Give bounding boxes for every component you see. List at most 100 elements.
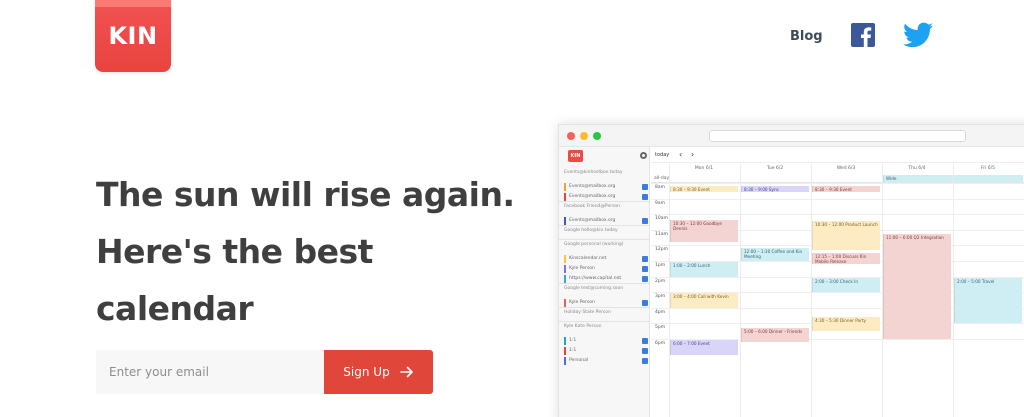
sidebar-account-heading: Holiday State Person [564, 309, 648, 317]
maximize-dot-icon [593, 132, 601, 140]
calendar-event[interactable]: 12:00 – 1:30 Coffee and Kin Meeting [741, 247, 809, 261]
day-column-divider [953, 164, 954, 417]
app-screenshot-window: KIN Events@kinhostbox.today Events@mailbo… [558, 124, 1024, 417]
headline-line-1: The sun will rise again. [96, 175, 515, 214]
calendar-event[interactable]: 3:00 – 4:00 Call with Kevin [670, 293, 738, 308]
sign-up-button[interactable]: Sign Up [324, 350, 433, 394]
sign-up-label: Sign Up [343, 365, 390, 379]
hour-label: 2pm [655, 278, 666, 284]
checkbox-icon[interactable] [642, 194, 648, 200]
hour-label: 11am [655, 231, 668, 237]
checkbox-icon[interactable] [642, 218, 648, 224]
sidebar-label: Kyle Person [569, 300, 595, 305]
calendar-color-swatch [564, 275, 566, 283]
sidebar-account-heading: Events@kinhostbox.today [564, 169, 648, 177]
facebook-icon[interactable] [850, 23, 875, 47]
sidebar-label: Events@mailbox.org [569, 218, 616, 223]
sidebar-label: https://www.capital.net [569, 276, 622, 281]
sidebar-account-heading: Facebook Friend@Person [564, 203, 648, 211]
today-button: today [655, 152, 670, 158]
sidebar-divider [559, 201, 650, 202]
sidebar-label: Kyle Kate Person [564, 324, 602, 329]
calendar-grid: 8am 9am 10am 11am 12pm 1pm 2pm 3pm 4pm 5pm 6pm 8:30… [651, 183, 1024, 417]
calendar-event[interactable]: 2:00 – 3:00 Check In [812, 277, 880, 293]
calendar-event[interactable]: 6:00 – 7:00 Event [670, 340, 738, 355]
sidebar-calendar-item[interactable]: Personal [564, 357, 648, 365]
calendar-event[interactable]: 4:30 – 5:30 Dinner Party [812, 316, 880, 332]
hour-label: 12pm [655, 247, 668, 253]
calendar-event[interactable]: 11:00 – 6:00 Q2 Integration [883, 233, 951, 339]
gear-icon [640, 152, 647, 159]
window-titlebar [559, 125, 1024, 147]
hour-label: 1pm [655, 263, 666, 268]
next-arrow-icon: › [691, 150, 695, 159]
day-column-divider [669, 164, 670, 417]
day-column-divider [882, 164, 883, 417]
top-nav: Blog [790, 22, 933, 48]
calendar-event[interactable]: 8:30 – 9:30 Event [670, 185, 738, 193]
day-header: Wed 6/3 [836, 166, 856, 171]
calendar-color-swatch [564, 357, 566, 365]
checkbox-icon[interactable] [642, 266, 648, 272]
checkbox-icon[interactable] [642, 358, 648, 364]
hour-label: 4pm [655, 309, 666, 315]
sidebar-calendar-item[interactable]: https://www.capital.net [564, 275, 648, 283]
calendar-event[interactable]: 8:30 – 9:30 Event [812, 185, 880, 193]
blog-link[interactable]: Blog [790, 29, 823, 44]
calendar-event[interactable]: 12:15 – 1:00 Discuss Kin Mobile Release [812, 252, 880, 265]
all-day-row: all-day Wide [651, 174, 1024, 183]
calendar-event[interactable]: 10:30 – 12:00 Goodbye Dennis [670, 219, 738, 243]
hour-label: 8am [655, 185, 666, 190]
sidebar-label: Personal [569, 358, 589, 363]
hour-label: 5pm [655, 325, 666, 331]
calendar-event[interactable]: 1:00 – 2:00 Lunch [670, 262, 738, 277]
checkbox-icon[interactable] [642, 338, 648, 344]
sidebar-label: Holiday State Person [564, 310, 611, 315]
checkbox-icon[interactable] [642, 300, 648, 306]
calendar-event[interactable]: 10:30 – 12:00 Product Launch [812, 221, 880, 251]
sidebar-calendar-item[interactable]: Events@mailbox.org [564, 193, 648, 201]
sidebar-calendar-item[interactable]: Kyle Person [564, 265, 648, 273]
logo-band [95, 0, 171, 7]
sidebar-calendar-item[interactable]: Events@mailbox.org [564, 183, 648, 191]
sidebar-account-heading: Kyle Kate Person [564, 323, 648, 331]
all-day-label: all-day [654, 176, 670, 181]
close-dot-icon [567, 132, 575, 140]
checkbox-icon[interactable] [642, 184, 648, 190]
minimize-dot-icon [580, 132, 588, 140]
sidebar-calendar-item[interactable]: 1:1 [564, 347, 648, 355]
sidebar-label: Events@mailbox.org [569, 194, 616, 199]
hour-label: 6pm [655, 341, 666, 346]
sidebar-calendar-item[interactable]: Kinscalendar.net [564, 255, 648, 263]
sidebar-label: Google test@coming.soon [564, 286, 624, 291]
sidebar-calendar-item[interactable]: Kyle Person [564, 299, 648, 307]
calendar-event[interactable]: 8:30 – 9:00 Sync [741, 185, 809, 193]
sidebar-label: Google personal (working) [564, 242, 624, 247]
hour-gridline [651, 198, 1024, 200]
day-header: Mon 6/1 [694, 166, 714, 171]
sidebar-label: 1:1 [569, 338, 577, 343]
signup-form: Sign Up [96, 350, 433, 394]
checkbox-icon[interactable] [642, 348, 648, 354]
calendar-color-swatch [564, 255, 566, 263]
hour-label: 3pm [655, 294, 666, 300]
calendar-event[interactable]: 2:00 – 5:00 Travel [954, 277, 1022, 324]
url-bar [709, 130, 966, 142]
twitter-icon[interactable] [902, 22, 933, 48]
hour-label: 9am [655, 200, 666, 206]
checkbox-icon[interactable] [642, 276, 648, 282]
sidebar-calendar-item[interactable]: 1:1 [564, 337, 648, 345]
headline-line-2: Here's the best calendar [96, 232, 373, 328]
sidebar-calendar-item[interactable]: Events@mailbox.org [564, 217, 648, 225]
kin-logo[interactable]: KIN [95, 0, 171, 72]
email-input[interactable] [96, 350, 324, 394]
sidebar-divider [559, 283, 650, 284]
checkbox-icon[interactable] [642, 256, 648, 262]
hour-label: 10am [655, 216, 668, 222]
sidebar-label: Events@mailbox.org [569, 184, 616, 189]
calendar-event[interactable]: 5:00 – 6:00 Dinner - Friends [741, 327, 809, 343]
calendar-toolbar: today ‹ › [651, 147, 1024, 163]
arrow-right-icon [399, 366, 413, 378]
day-header: Tue 6/2 [766, 166, 784, 171]
sidebar-label: Facebook Friend@Person [564, 204, 621, 209]
